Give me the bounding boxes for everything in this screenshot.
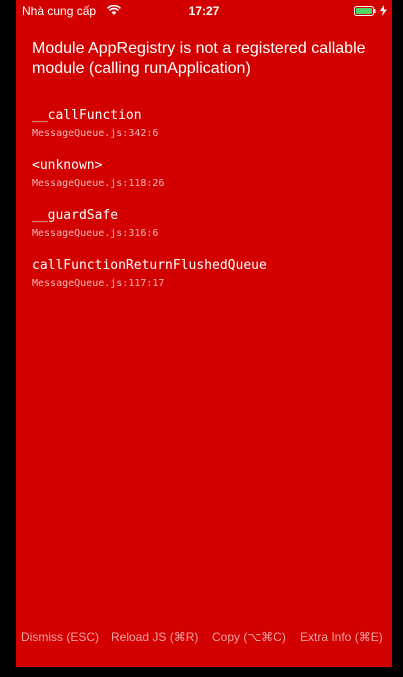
dismiss-button[interactable]: Dismiss (ESC): [21, 630, 99, 644]
stack-frame[interactable]: callFunctionReturnFlushedQueue MessageQu…: [32, 258, 377, 290]
stack-frame-function: <unknown>: [32, 158, 103, 173]
status-time: 17:27: [188, 4, 220, 18]
stack-frame[interactable]: <unknown> MessageQueue.js:118:26: [32, 158, 377, 190]
redbox-footer: Dismiss (ESC) Reload JS (⌘R) Copy (⌥⌘C) …: [16, 627, 392, 649]
stack-frame-location: MessageQueue.js:118:26: [32, 178, 165, 189]
charging-bolt-icon: [380, 5, 387, 16]
stack-frame-location: MessageQueue.js:316:6: [32, 228, 159, 239]
stack-frame-function: __callFunction: [32, 108, 142, 123]
copy-button[interactable]: Copy (⌥⌘C): [212, 630, 286, 644]
stack-frame-location: MessageQueue.js:117:17: [32, 278, 165, 289]
status-bar: Nhà cung cấp 17:27: [16, 0, 392, 22]
stack-frame-location: MessageQueue.js:342:6: [32, 128, 159, 139]
stack-frame-function: __guardSafe: [32, 208, 119, 223]
stack-frame[interactable]: __callFunction MessageQueue.js:342:6: [32, 108, 377, 140]
reload-js-button[interactable]: Reload JS (⌘R): [111, 630, 198, 644]
redbox-error-screen: Nhà cung cấp 17:27 Module AppRegistry is…: [16, 0, 392, 667]
extra-info-button[interactable]: Extra Info (⌘E): [300, 630, 383, 644]
error-message-title: Module AppRegistry is not a registered c…: [32, 40, 366, 77]
battery-icon: [354, 6, 376, 16]
stack-frame[interactable]: __guardSafe MessageQueue.js:316:6: [32, 208, 377, 240]
stack-frame-function: callFunctionReturnFlushedQueue: [32, 258, 267, 273]
